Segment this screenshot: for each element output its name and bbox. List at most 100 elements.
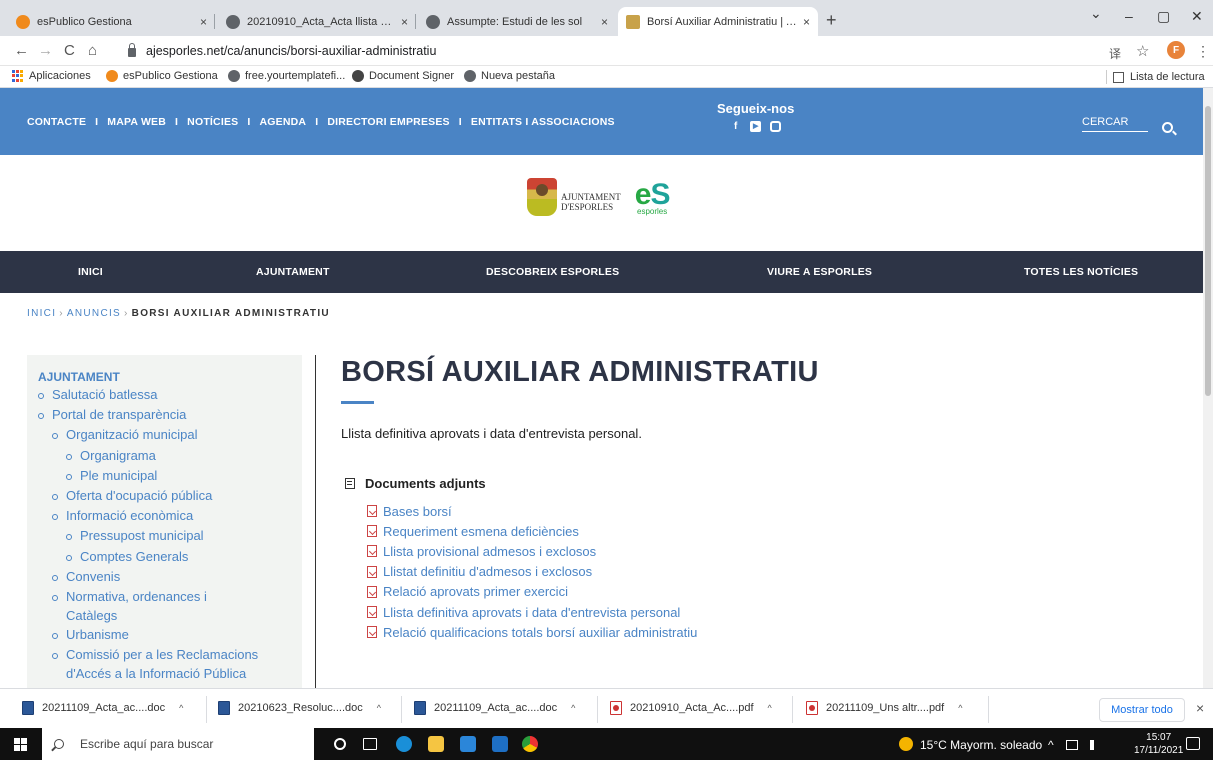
- tab-search-icon[interactable]: ⌄: [1090, 5, 1102, 22]
- download-item[interactable]: 20211109_Uns altr....pdf ^: [806, 701, 962, 715]
- windows-start-icon[interactable]: [14, 738, 27, 751]
- edge-browser-icon[interactable]: [396, 736, 412, 752]
- minimize-icon[interactable]: –: [1125, 8, 1133, 24]
- document-link[interactable]: Requeriment esmena deficiències: [367, 521, 697, 541]
- reading-list[interactable]: Lista de lectura: [1106, 70, 1205, 84]
- document-link-label[interactable]: Llista definitiva aprovats i data d'entr…: [383, 605, 680, 620]
- notifications-icon[interactable]: [1186, 737, 1200, 750]
- sidebar-item-organigrama[interactable]: Organigrama: [38, 446, 302, 466]
- site-search-input[interactable]: CERCAR: [1082, 116, 1148, 132]
- sidebar-item-convenis[interactable]: Convenis: [38, 567, 302, 587]
- nav-viure-a-esporles[interactable]: VIURE A ESPORLES: [767, 266, 872, 278]
- facebook-icon[interactable]: f: [730, 121, 741, 132]
- lock-icon[interactable]: [128, 43, 136, 57]
- cortana-circle-icon[interactable]: [334, 738, 346, 750]
- task-view-icon[interactable]: [363, 738, 377, 750]
- nav-inici[interactable]: INICI: [78, 266, 103, 278]
- nav-descobreix-esporles[interactable]: DESCOBREIX ESPORLES: [486, 266, 619, 278]
- document-link[interactable]: Relació aprovats primer exercici: [367, 582, 697, 602]
- tab-close-icon[interactable]: ×: [200, 15, 207, 29]
- document-link[interactable]: Llista definitiva aprovats i data d'entr…: [367, 602, 697, 622]
- taskbar-search-input[interactable]: Escribe aquí para buscar: [42, 728, 314, 760]
- mail-icon[interactable]: [492, 736, 508, 752]
- download-item[interactable]: 20211109_Acta_ac....doc ^: [22, 701, 183, 715]
- document-link-label[interactable]: Llista provisional admesos i exclosos: [383, 544, 596, 559]
- page-scrollbar[interactable]: [1203, 88, 1213, 688]
- tab-1[interactable]: 20210910_Acta_Acta llista definiti ×: [218, 7, 416, 36]
- document-link-label[interactable]: Relació aprovats primer exercici: [383, 584, 568, 599]
- document-link-label[interactable]: Requeriment esmena deficiències: [383, 524, 579, 539]
- tab-3-active[interactable]: Borsí Auxiliar Administratiu | Ajun ×: [618, 7, 818, 36]
- bookmark-new-tab[interactable]: Nueva pestaña: [464, 70, 555, 82]
- sidebar-item-normativa[interactable]: Normativa, ordenances i Catàlegs: [38, 587, 258, 625]
- download-item[interactable]: 20211109_Acta_ac....doc ^: [414, 701, 575, 715]
- bookmark-document-signer[interactable]: Document Signer: [352, 70, 454, 82]
- sidebar-title[interactable]: AJUNTAMENT: [38, 370, 302, 384]
- top-link-directori-empreses[interactable]: DIRECTORI EMPRESES: [327, 116, 449, 128]
- sidebar-item-informacio-economica[interactable]: Informació econòmica: [38, 506, 302, 526]
- document-link-label[interactable]: Llistat definitiu d'admesos i exclosos: [383, 564, 592, 579]
- tray-chevron-icon[interactable]: ^: [1048, 738, 1054, 752]
- tab-close-icon[interactable]: ×: [401, 15, 408, 29]
- bookmark-espublico[interactable]: esPublico Gestiona: [106, 70, 218, 82]
- sidebar-item-transparencia[interactable]: Portal de transparència: [38, 405, 302, 425]
- top-link-entitats[interactable]: ENTITATS I ASSOCIACIONS: [471, 116, 615, 128]
- show-all-downloads-button[interactable]: Mostrar todo: [1099, 698, 1185, 722]
- top-link-agenda[interactable]: AGENDA: [260, 116, 307, 128]
- site-logo[interactable]: AJUNTAMENT D'ESPORLES eS esporles: [527, 178, 670, 216]
- profile-avatar[interactable]: F: [1167, 41, 1185, 59]
- close-download-bar-icon[interactable]: ×: [1196, 700, 1204, 716]
- document-link[interactable]: Llista provisional admesos i exclosos: [367, 541, 697, 561]
- chevron-up-icon[interactable]: ^: [958, 703, 962, 713]
- url-field[interactable]: ajesporles.net/ca/anuncis/borsi-auxiliar…: [128, 39, 1078, 63]
- top-link-noticies[interactable]: NOTÍCIES: [187, 116, 238, 128]
- nav-totes-les-noticies[interactable]: TOTES LES NOTÍCIES: [1024, 266, 1138, 278]
- download-item[interactable]: 20210623_Resoluc....doc ^: [218, 701, 381, 715]
- chevron-up-icon[interactable]: ^: [571, 703, 575, 713]
- weather-sun-icon[interactable]: [899, 737, 913, 751]
- tab-close-icon[interactable]: ×: [601, 15, 608, 29]
- chevron-up-icon[interactable]: ^: [768, 703, 772, 713]
- window-close-icon[interactable]: ✕: [1191, 8, 1203, 25]
- sidebar-item-ple-municipal[interactable]: Ple municipal: [38, 466, 302, 486]
- chevron-up-icon[interactable]: ^: [179, 703, 183, 713]
- file-explorer-icon[interactable]: [428, 736, 444, 752]
- microsoft-store-icon[interactable]: [460, 736, 476, 752]
- new-tab-icon[interactable]: +: [826, 10, 837, 31]
- sidebar-item-salutacio[interactable]: Salutació batlessa: [38, 385, 302, 405]
- sidebar-item-comptes-generals[interactable]: Comptes Generals: [38, 547, 302, 567]
- youtube-icon[interactable]: ▶: [750, 121, 762, 132]
- tab-2[interactable]: Assumpte: Estudi de les sol ×: [418, 7, 616, 36]
- back-icon[interactable]: ←: [14, 42, 29, 59]
- document-link[interactable]: Relació qualificacions totals borsí auxi…: [367, 622, 697, 642]
- sidebar-item-organitzacio[interactable]: Organització municipal: [38, 425, 302, 445]
- chevron-up-icon[interactable]: ^: [377, 703, 381, 713]
- volume-icon[interactable]: [1090, 740, 1099, 750]
- instagram-icon[interactable]: [770, 121, 782, 132]
- top-link-contacte[interactable]: CONTACTE: [27, 116, 86, 128]
- nav-ajuntament[interactable]: AJUNTAMENT: [256, 266, 330, 278]
- document-link-label[interactable]: Bases borsí: [383, 504, 452, 519]
- document-link[interactable]: Bases borsí: [367, 501, 697, 521]
- document-link-label[interactable]: Relació qualificacions totals borsí auxi…: [383, 625, 697, 640]
- download-item[interactable]: 20210910_Acta_Ac....pdf ^: [610, 701, 772, 715]
- bookmark-star-icon[interactable]: ☆: [1136, 42, 1149, 60]
- tab-close-icon[interactable]: ×: [803, 15, 810, 29]
- bookmark-freetemplate[interactable]: free.yourtemplatefi...: [228, 70, 345, 82]
- top-link-mapa-web[interactable]: MAPA WEB: [107, 116, 166, 128]
- maximize-icon[interactable]: ▢: [1157, 8, 1170, 25]
- sidebar-item-comissio[interactable]: Comissió per a les Reclamacions d'Accés …: [38, 645, 300, 683]
- tab-0[interactable]: esPublico Gestiona ×: [8, 7, 215, 36]
- home-icon[interactable]: ⌂: [88, 42, 97, 59]
- document-link[interactable]: Llistat definitiu d'admesos i exclosos: [367, 562, 697, 582]
- breadcrumb-anuncis[interactable]: ANUNCIS: [67, 308, 121, 319]
- bookmark-apps[interactable]: Aplicaciones: [12, 70, 91, 82]
- breadcrumb-inici[interactable]: INICI: [27, 308, 56, 319]
- sidebar-item-urbanisme[interactable]: Urbanisme: [38, 625, 302, 645]
- browser-menu-icon[interactable]: ⋮: [1196, 43, 1210, 60]
- scrollbar-thumb[interactable]: [1205, 106, 1211, 396]
- forward-icon[interactable]: →: [38, 42, 53, 59]
- weather-text[interactable]: 15°C Mayorm. soleado: [920, 738, 1042, 752]
- sidebar-item-pressupost[interactable]: Pressupost municipal: [38, 526, 302, 546]
- reload-icon[interactable]: C: [64, 42, 75, 59]
